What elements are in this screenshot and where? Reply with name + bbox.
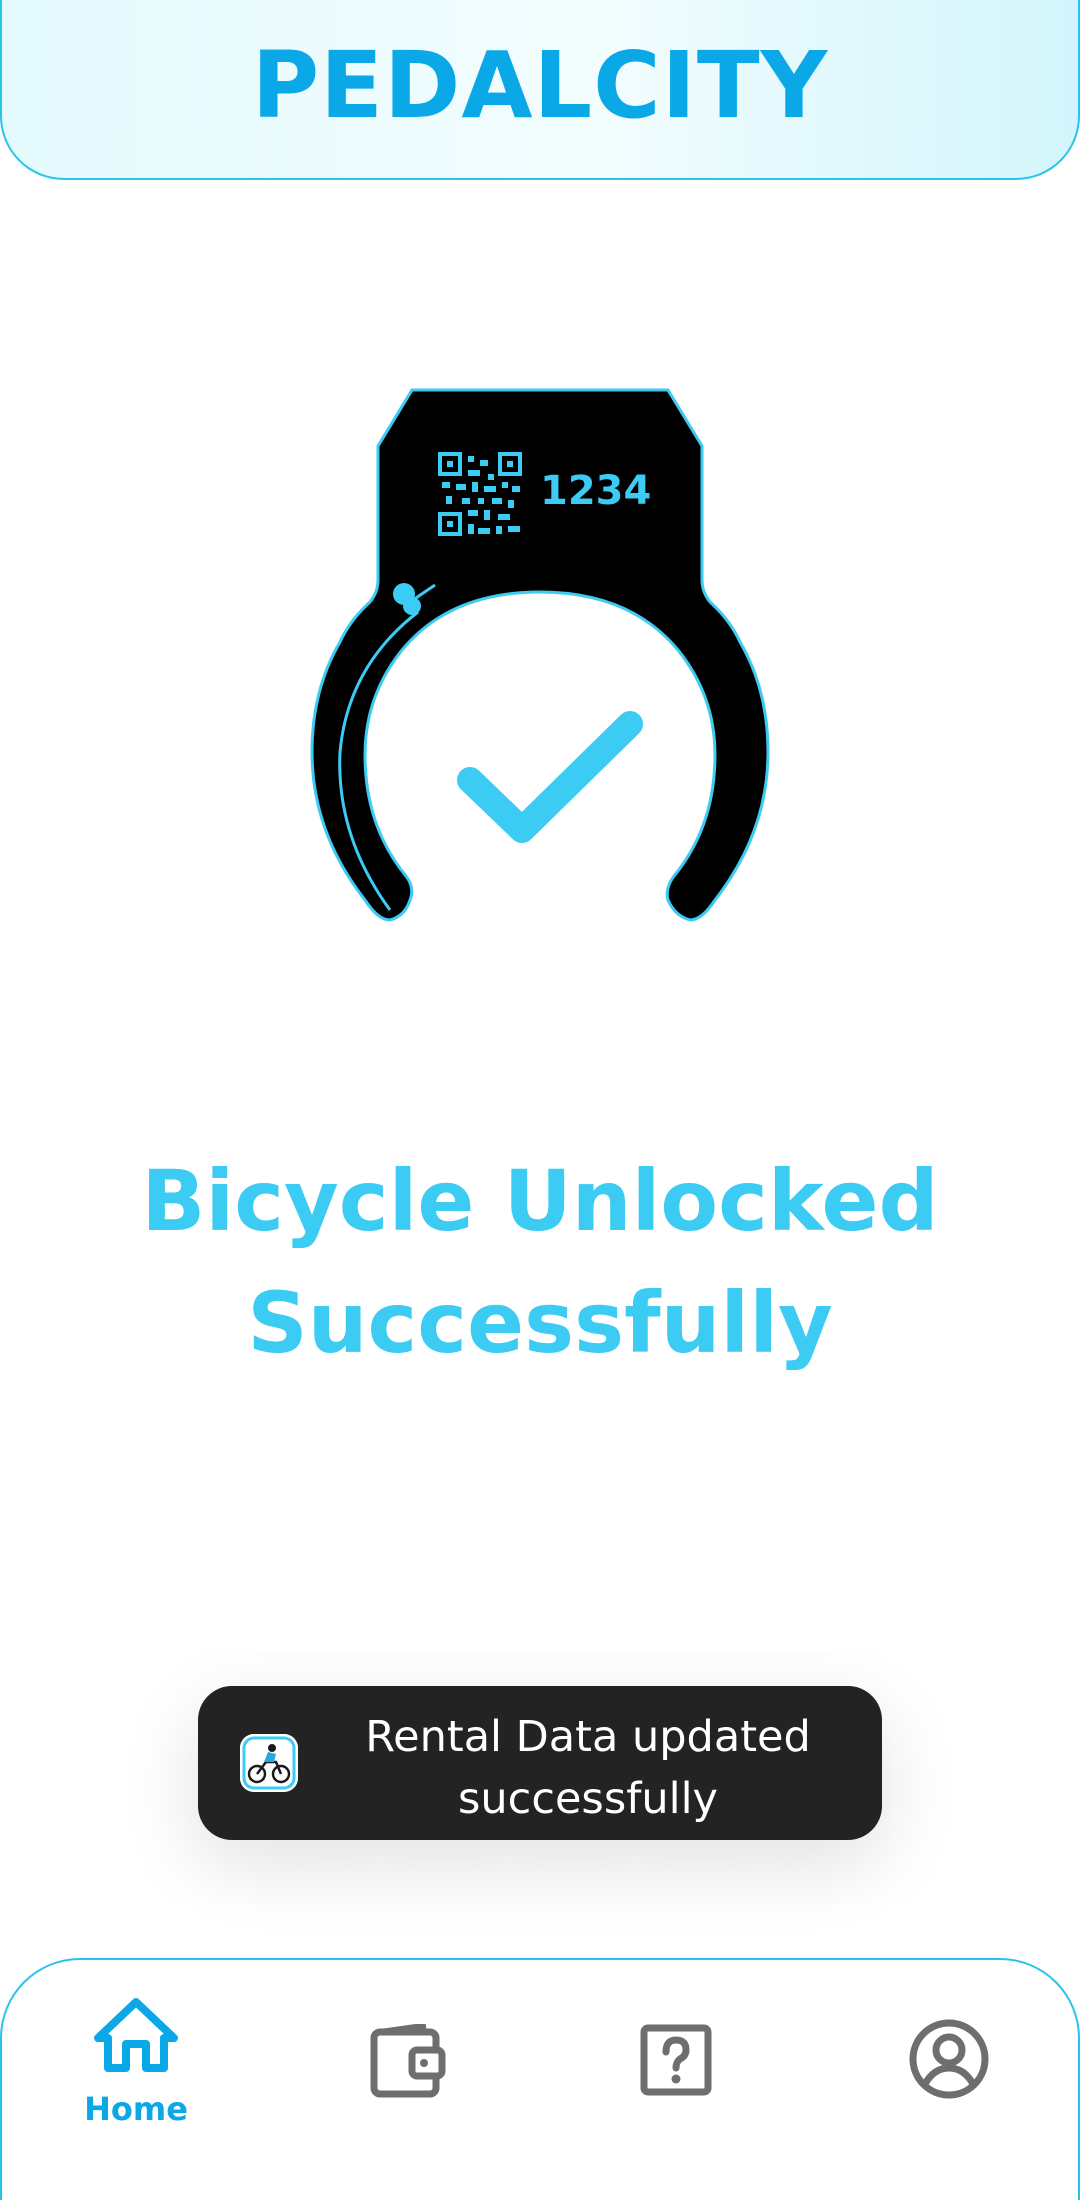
toast-line-2: successfully bbox=[458, 1774, 718, 1824]
unlock-status-message: Bicycle Unlocked Successfully bbox=[0, 1140, 1080, 1384]
nav-wallet[interactable] bbox=[318, 1960, 498, 2162]
home-icon bbox=[94, 1998, 178, 2072]
nav-profile[interactable] bbox=[858, 1960, 1038, 2162]
checkmark-icon bbox=[457, 711, 643, 843]
lock-code: 1234 bbox=[540, 468, 652, 514]
profile-icon bbox=[909, 2019, 989, 2099]
brand-title: PEDALCITY bbox=[251, 31, 829, 139]
toast-line-1: Rental Data updated bbox=[365, 1712, 811, 1762]
status-line-2: Successfully bbox=[247, 1274, 833, 1372]
toast-message: Rental Data updated successfully bbox=[328, 1706, 848, 1830]
help-icon bbox=[640, 2024, 712, 2096]
toast-notification: Rental Data updated successfully bbox=[198, 1686, 882, 1840]
nav-home-label: Home bbox=[84, 2090, 188, 2128]
qr-code-icon bbox=[438, 452, 522, 536]
bottom-navigation-bar: Home bbox=[0, 1958, 1080, 2200]
status-line-1: Bicycle Unlocked bbox=[141, 1152, 939, 1250]
nav-home[interactable]: Home bbox=[46, 1960, 226, 2162]
app-header: PEDALCITY bbox=[0, 0, 1080, 180]
wallet-icon bbox=[370, 2024, 446, 2098]
nav-help[interactable] bbox=[586, 1960, 766, 2162]
cyclist-icon bbox=[240, 1734, 298, 1792]
unlocked-lock-illustration: 1234 bbox=[290, 380, 790, 940]
